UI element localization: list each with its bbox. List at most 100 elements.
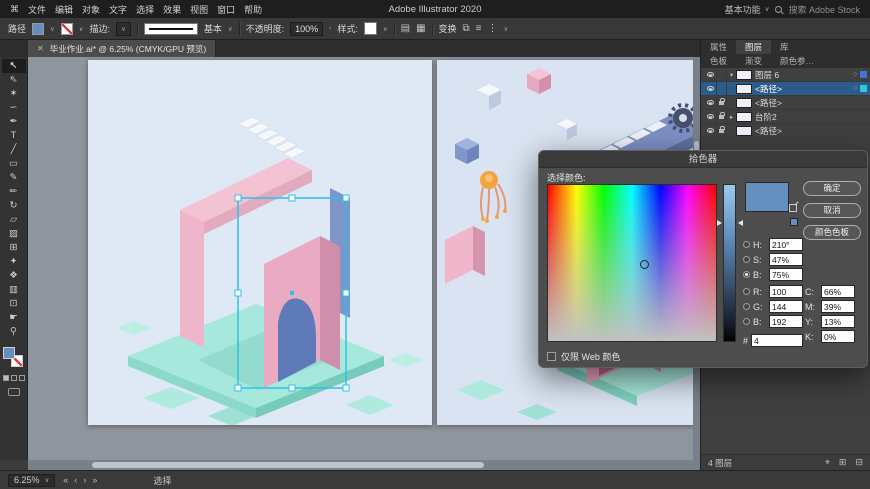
menu-item-window[interactable]: 窗口 — [217, 3, 235, 16]
menu-item-effect[interactable]: 效果 — [163, 3, 181, 16]
pen-tool[interactable]: ✒ — [2, 115, 26, 129]
last-artboard-icon[interactable]: » — [92, 475, 97, 485]
document-setup-icon[interactable]: ▤ — [401, 23, 410, 34]
next-artboard-icon[interactable]: › — [83, 475, 86, 485]
fill-proxy-swatch[interactable] — [3, 347, 15, 359]
draw-behind-icon[interactable] — [10, 375, 17, 381]
radio-b[interactable] — [743, 271, 750, 278]
cancel-button[interactable]: 取消 — [803, 203, 861, 218]
fill-stroke-widget[interactable] — [3, 347, 24, 368]
opacity-panel-arrow-icon[interactable]: › — [329, 25, 331, 32]
mesh-tool[interactable]: ⊞ — [2, 241, 26, 255]
radio-g[interactable] — [743, 303, 750, 310]
visibility-toggle[interactable] — [704, 100, 716, 105]
ok-button[interactable]: 确定 — [803, 181, 861, 196]
target-icon[interactable]: ○ — [850, 85, 860, 92]
stroke-caret-icon[interactable]: ∨ — [79, 25, 84, 33]
menu-item-help[interactable]: 帮助 — [244, 3, 262, 16]
eyedropper-tool[interactable]: ✦ — [2, 255, 26, 269]
new-layer-icon[interactable]: ⊞ — [839, 457, 847, 468]
layer-name[interactable]: 图层 6 — [755, 69, 850, 81]
stroke-profile-preview[interactable] — [143, 22, 198, 35]
lock-toggle[interactable] — [716, 68, 727, 81]
channel-r-input[interactable] — [769, 285, 803, 298]
direct-selection-tool[interactable]: ⇖ — [2, 73, 26, 87]
gamut-color-chip[interactable] — [790, 218, 798, 226]
target-icon[interactable]: ○ — [850, 71, 860, 78]
type-tool[interactable]: T — [2, 129, 26, 143]
layer-row[interactable]: <路径> — [701, 96, 870, 110]
radio-r[interactable] — [743, 288, 750, 295]
menu-item-object[interactable]: 对象 — [82, 3, 100, 16]
stroke-weight-select[interactable]: ∨ — [116, 21, 131, 36]
channel-g-input[interactable] — [769, 300, 803, 313]
visibility-toggle[interactable] — [704, 72, 716, 77]
slider-handle-right-icon[interactable] — [738, 220, 743, 226]
horizontal-scrollbar-thumb[interactable] — [92, 462, 484, 468]
channel-k-input[interactable] — [821, 330, 855, 343]
visibility-toggle[interactable] — [704, 114, 716, 119]
layer-name[interactable]: <路径> — [755, 97, 870, 109]
caret-down-icon[interactable]: ∨ — [383, 25, 388, 33]
tab-swatches[interactable]: 色板 — [701, 54, 736, 68]
zoom-level-select[interactable]: 6.25% ∨ — [8, 473, 56, 487]
hex-input[interactable] — [751, 334, 804, 347]
tab-properties[interactable]: 属性 — [701, 40, 736, 54]
channel-h-input[interactable] — [769, 238, 803, 251]
transform-button[interactable]: 变换 — [439, 22, 457, 35]
draw-inside-icon[interactable] — [18, 375, 25, 381]
channel-m-input[interactable] — [821, 300, 855, 313]
color-swatches-button[interactable]: 颜色色板 — [803, 225, 861, 240]
channel-c-input[interactable] — [821, 285, 855, 298]
magic-wand-tool[interactable]: ✶ — [2, 87, 26, 101]
visibility-toggle[interactable] — [704, 128, 716, 133]
layer-row[interactable]: <路径> ○ — [701, 82, 870, 96]
menu-item-view[interactable]: 视图 — [190, 3, 208, 16]
draw-normal-icon[interactable] — [2, 375, 9, 381]
layer-row[interactable]: ▸ 台阶2 — [701, 110, 870, 124]
previous-artboard-icon[interactable]: ‹ — [74, 475, 77, 485]
graph-tool[interactable]: ▥ — [2, 283, 26, 297]
color-slider[interactable] — [723, 184, 736, 342]
arrange-icon[interactable]: ⧉ — [463, 23, 470, 34]
tab-layers[interactable]: 图层 — [736, 40, 772, 54]
first-artboard-icon[interactable]: « — [63, 475, 68, 485]
channel-b2-input[interactable] — [769, 315, 803, 328]
document-tab[interactable]: ✕ 毕业作业.ai* @ 6.25% (CMYK/GPU 预览) — [28, 40, 217, 57]
close-tab-icon[interactable]: ✕ — [37, 44, 44, 53]
stock-search-field[interactable]: 搜索 Adobe Stock — [788, 3, 860, 16]
layer-row[interactable]: ▾ 图层 6 ○ — [701, 68, 870, 82]
rectangle-tool[interactable]: ▭ — [2, 157, 26, 171]
menu-item-file[interactable]: 文件 — [28, 3, 46, 16]
lock-toggle[interactable] — [716, 124, 727, 137]
workspace-switcher[interactable]: 基本功能 ∨ — [725, 3, 770, 16]
radio-h[interactable] — [743, 241, 750, 248]
radio-b2[interactable] — [743, 318, 750, 325]
slider-handle-left-icon[interactable] — [717, 220, 722, 226]
blend-tool[interactable]: ❖ — [2, 269, 26, 283]
layer-name[interactable]: <路径> — [755, 83, 850, 95]
layer-name[interactable]: <路径> — [755, 125, 870, 137]
layer-name[interactable]: 台阶2 — [755, 111, 870, 123]
caret-down-icon[interactable]: ∨ — [228, 25, 233, 33]
tab-libraries[interactable]: 库 — [771, 40, 798, 54]
opacity-field[interactable]: 100% — [290, 21, 324, 36]
expand-icon[interactable]: ▸ — [727, 113, 736, 121]
artboard-1[interactable] — [88, 60, 432, 426]
fill-color-swatch[interactable] — [32, 22, 45, 35]
menu-item-edit[interactable]: 编辑 — [55, 3, 73, 16]
lock-toggle[interactable] — [716, 110, 727, 123]
web-color-cube-icon[interactable] — [789, 204, 797, 212]
layer-row[interactable]: <路径> — [701, 124, 870, 138]
color-field-marker[interactable] — [640, 260, 649, 269]
lasso-tool[interactable]: ∽ — [2, 101, 26, 115]
artboard-tool[interactable]: ⊡ — [2, 297, 26, 311]
visibility-toggle[interactable] — [704, 86, 716, 91]
channel-y-input[interactable] — [821, 315, 855, 328]
fill-caret-icon[interactable]: ∨ — [50, 25, 55, 33]
tab-gradient[interactable]: 渐变 — [736, 54, 771, 68]
tab-color-guide[interactable]: 颜色参… — [771, 54, 823, 68]
color-field[interactable] — [547, 184, 717, 342]
menu-item-type[interactable]: 文字 — [109, 3, 127, 16]
more-options-icon[interactable]: ⋮ — [488, 23, 498, 34]
